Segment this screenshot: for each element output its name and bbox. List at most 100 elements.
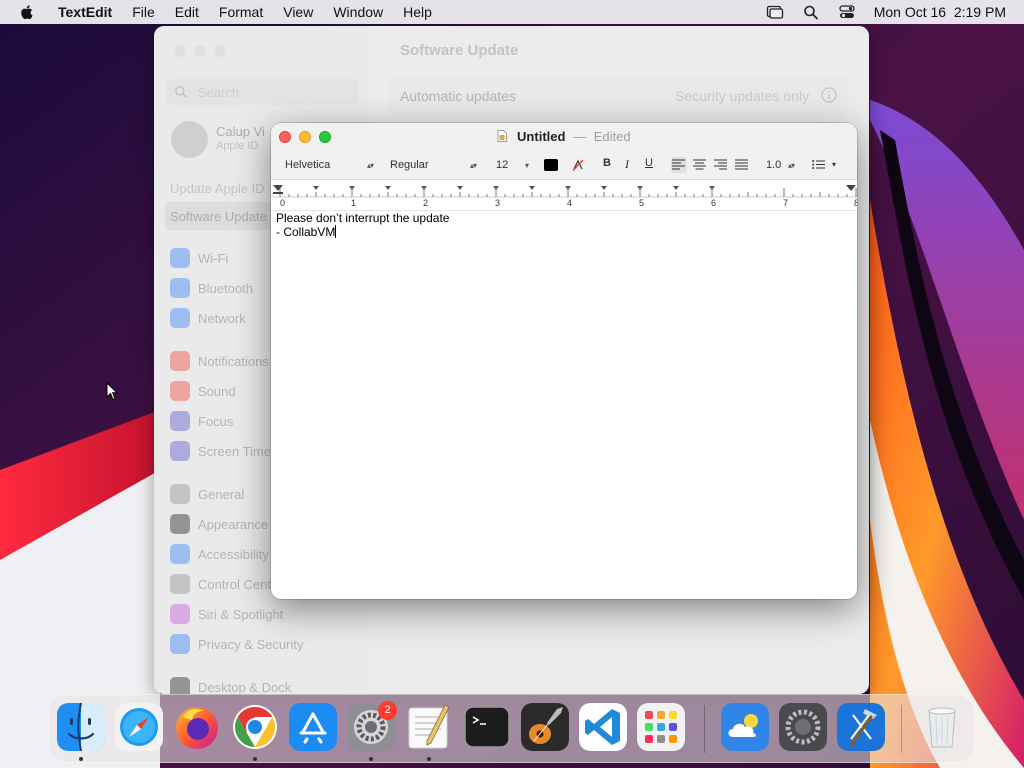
- menu-format[interactable]: Format: [219, 4, 263, 20]
- spotlight-search-icon[interactable]: [802, 4, 820, 20]
- menu-file[interactable]: File: [132, 4, 155, 20]
- dock-launchpad[interactable]: [637, 703, 685, 751]
- ruler-ticks: [271, 185, 857, 198]
- sidebar-item-siri-spotlight[interactable]: Siri & Spotlight: [170, 604, 283, 624]
- align-left-icon[interactable]: [672, 159, 685, 170]
- user-name[interactable]: Calup Vi: [216, 124, 265, 139]
- textedit-titlebar[interactable]: Untitled — Edited Helvetica ▴▾ Regular ▴…: [271, 123, 857, 180]
- line-spacing-value: 1.0: [766, 159, 782, 171]
- vscode-icon: [579, 703, 627, 751]
- sidebar-item-label: Sound: [198, 383, 236, 399]
- ruler-number: 7: [783, 198, 789, 208]
- terminal-icon: [464, 706, 510, 748]
- dock-app-store[interactable]: [289, 703, 337, 751]
- font-size-value: 12: [496, 159, 509, 171]
- screen-mirroring-icon[interactable]: [766, 4, 784, 20]
- apple-logo-icon[interactable]: [18, 3, 36, 21]
- chevron-down-icon[interactable]: ▾: [832, 160, 836, 169]
- menu-window[interactable]: Window: [333, 4, 383, 20]
- ruler-number: 0: [280, 198, 286, 208]
- font-size-combobox[interactable]: 12 ▾: [492, 157, 530, 173]
- update-apple-id-link[interactable]: Update Apple ID: [170, 181, 265, 196]
- sidebar-item-privacy-security[interactable]: Privacy & Security: [170, 634, 303, 654]
- dock-xcode[interactable]: [837, 703, 885, 751]
- italic-button[interactable]: I: [625, 157, 629, 172]
- align-right-icon[interactable]: [714, 159, 727, 170]
- sidebar-item-focus[interactable]: Focus: [170, 411, 233, 431]
- text-color-well[interactable]: [544, 159, 558, 171]
- sidebar-item-label: Notifications: [198, 353, 269, 369]
- dock-utilities[interactable]: [779, 703, 827, 751]
- sidebar-item-label: Desktop & Dock: [198, 679, 292, 695]
- font-family-select[interactable]: Helvetica ▴▾: [281, 157, 375, 173]
- menubar-clock[interactable]: Mon Oct 16 2:19 PM: [874, 4, 1006, 20]
- sidebar-item-network[interactable]: Network: [170, 308, 246, 328]
- menu-view[interactable]: View: [283, 4, 313, 20]
- text-line: Please don’t interrupt the update: [276, 211, 450, 225]
- sidebar-item-desktop-dock[interactable]: Desktop & Dock: [170, 677, 291, 694]
- app-store-icon: [289, 703, 337, 751]
- mouse-pointer-icon: [106, 382, 118, 401]
- settings-traffic-lights: [174, 45, 226, 57]
- focus-moon-icon: [170, 411, 190, 431]
- chevron-updown-icon: ▴▾: [469, 160, 477, 170]
- sidebar-item-wifi[interactable]: Wi-Fi: [170, 248, 228, 268]
- dock-separator: [901, 705, 902, 753]
- network-globe-icon: [170, 308, 190, 328]
- dock-trash[interactable]: [918, 703, 966, 751]
- dock-chrome[interactable]: [231, 703, 279, 751]
- menu-help[interactable]: Help: [403, 4, 432, 20]
- align-justify-icon[interactable]: [735, 159, 748, 170]
- control-center-sidebar-icon: [170, 574, 190, 594]
- line-spacing-select[interactable]: 1.0 ▴▾: [762, 157, 796, 173]
- notification-badge: 2: [378, 701, 397, 720]
- sidebar-item-sound[interactable]: Sound: [170, 381, 236, 401]
- underline-button[interactable]: U: [645, 157, 653, 169]
- settings-search-field[interactable]: Search: [166, 79, 359, 105]
- menu-edit[interactable]: Edit: [175, 4, 199, 20]
- dock-finder[interactable]: [57, 703, 105, 751]
- dock-weather[interactable]: [721, 703, 769, 751]
- dock-firefox[interactable]: [173, 703, 221, 751]
- siri-icon: [170, 604, 190, 624]
- text-ruler[interactable]: 0 1 2 3 4 5 6 7 8: [271, 180, 857, 211]
- title-separator: —: [573, 129, 587, 144]
- chevron-down-icon: ▾: [524, 160, 529, 170]
- font-style-select[interactable]: Regular ▴▾: [386, 157, 478, 173]
- chevron-updown-icon: ▴▾: [787, 160, 795, 170]
- font-family-value: Helvetica: [285, 159, 331, 171]
- dock-vscode[interactable]: [579, 703, 627, 751]
- bold-button[interactable]: B: [603, 157, 611, 169]
- ruler-number: 3: [495, 198, 501, 208]
- dock-separator: [704, 705, 705, 753]
- automatic-updates-row[interactable]: Automatic updates Security updates only: [389, 76, 849, 116]
- sound-speaker-icon: [170, 381, 190, 401]
- sidebar-item-label: Screen Time: [198, 443, 271, 459]
- sidebar-item-notifications[interactable]: Notifications: [170, 351, 269, 371]
- align-center-icon[interactable]: [693, 159, 706, 170]
- menu-app-name[interactable]: TextEdit: [58, 4, 112, 20]
- dock-garageband[interactable]: [521, 703, 569, 751]
- user-avatar[interactable]: [171, 121, 208, 158]
- dock-terminal[interactable]: [463, 703, 511, 751]
- control-center-icon[interactable]: [838, 4, 856, 20]
- text-editor-area[interactable]: Please don’t interrupt the update - Coll…: [276, 211, 449, 239]
- info-icon[interactable]: [821, 87, 837, 103]
- wifi-icon: [170, 248, 190, 268]
- sidebar-item-label: Bluetooth: [198, 280, 253, 296]
- settings-page-title: Software Update: [400, 42, 519, 59]
- safari-compass-icon: [115, 703, 163, 751]
- sidebar-item-appearance[interactable]: Appearance: [170, 514, 268, 534]
- sidebar-item-screen-time[interactable]: Screen Time: [170, 441, 271, 461]
- document-icon[interactable]: [497, 130, 508, 142]
- sidebar-item-control-center[interactable]: Control Center: [170, 574, 283, 594]
- sidebar-item-label: Network: [198, 310, 246, 326]
- dock-textedit[interactable]: [405, 703, 453, 751]
- sidebar-item-accessibility[interactable]: Accessibility: [170, 544, 269, 564]
- sidebar-item-bluetooth[interactable]: Bluetooth: [170, 278, 253, 298]
- highlight-color-icon[interactable]: [571, 158, 585, 172]
- finder-icon: [57, 703, 105, 751]
- sidebar-item-general[interactable]: General: [170, 484, 244, 504]
- list-bullets-icon[interactable]: [812, 159, 825, 170]
- dock-safari[interactable]: [115, 703, 163, 751]
